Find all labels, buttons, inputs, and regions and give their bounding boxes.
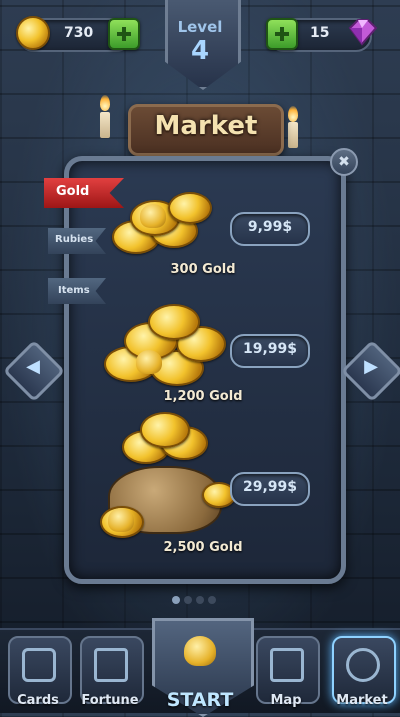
item-label-300: 300 Gold: [170, 262, 236, 277]
page-title: Market: [154, 111, 258, 141]
map-icon: [270, 648, 304, 682]
start-label: START: [166, 689, 234, 711]
candle-right-icon: [288, 122, 298, 148]
pager-dot[interactable]: [172, 596, 180, 604]
gold-count: 730: [64, 25, 94, 41]
chevron-right-icon: ▶: [364, 356, 378, 377]
close-button[interactable]: ✖: [330, 148, 358, 176]
pager-dot[interactable]: [196, 596, 204, 604]
nav-market-label: Market: [336, 693, 388, 708]
add-gems-button[interactable]: [266, 18, 298, 50]
gem-icon: [348, 19, 378, 46]
add-gold-button[interactable]: [108, 18, 140, 50]
cards-icon: [22, 648, 56, 682]
level-value: 4: [190, 36, 210, 66]
gold-coin-icon: [16, 16, 50, 50]
market-icon: [346, 648, 380, 682]
flame-left-icon: [100, 95, 110, 111]
candle-left-icon: [100, 112, 110, 138]
price-text-300: 9,99$: [247, 219, 293, 235]
tab-items-label: Items: [58, 285, 90, 296]
chevron-left-icon: ◀: [26, 356, 40, 377]
item-label-1200: 1,200 Gold: [163, 389, 243, 404]
tab-rubies-label: Rubies: [55, 234, 94, 245]
level-label: Level: [177, 18, 223, 36]
skull-icon: [184, 636, 216, 666]
nav-map-label: Map: [270, 693, 302, 708]
price-text-1200: 19,99$: [242, 341, 298, 357]
item-label-2500: 2,500 Gold: [163, 540, 243, 555]
price-text-2500: 29,99$: [242, 479, 298, 495]
tab-gold-label: Gold: [56, 184, 90, 199]
pager-dot[interactable]: [184, 596, 192, 604]
nav-cards-label: Cards: [17, 693, 59, 708]
nav-fortune-label: Fortune: [81, 693, 139, 708]
pager-dot[interactable]: [208, 596, 216, 604]
hourglass-icon: [94, 648, 128, 682]
flame-right-icon: [288, 106, 298, 122]
gem-count: 15: [310, 25, 330, 41]
